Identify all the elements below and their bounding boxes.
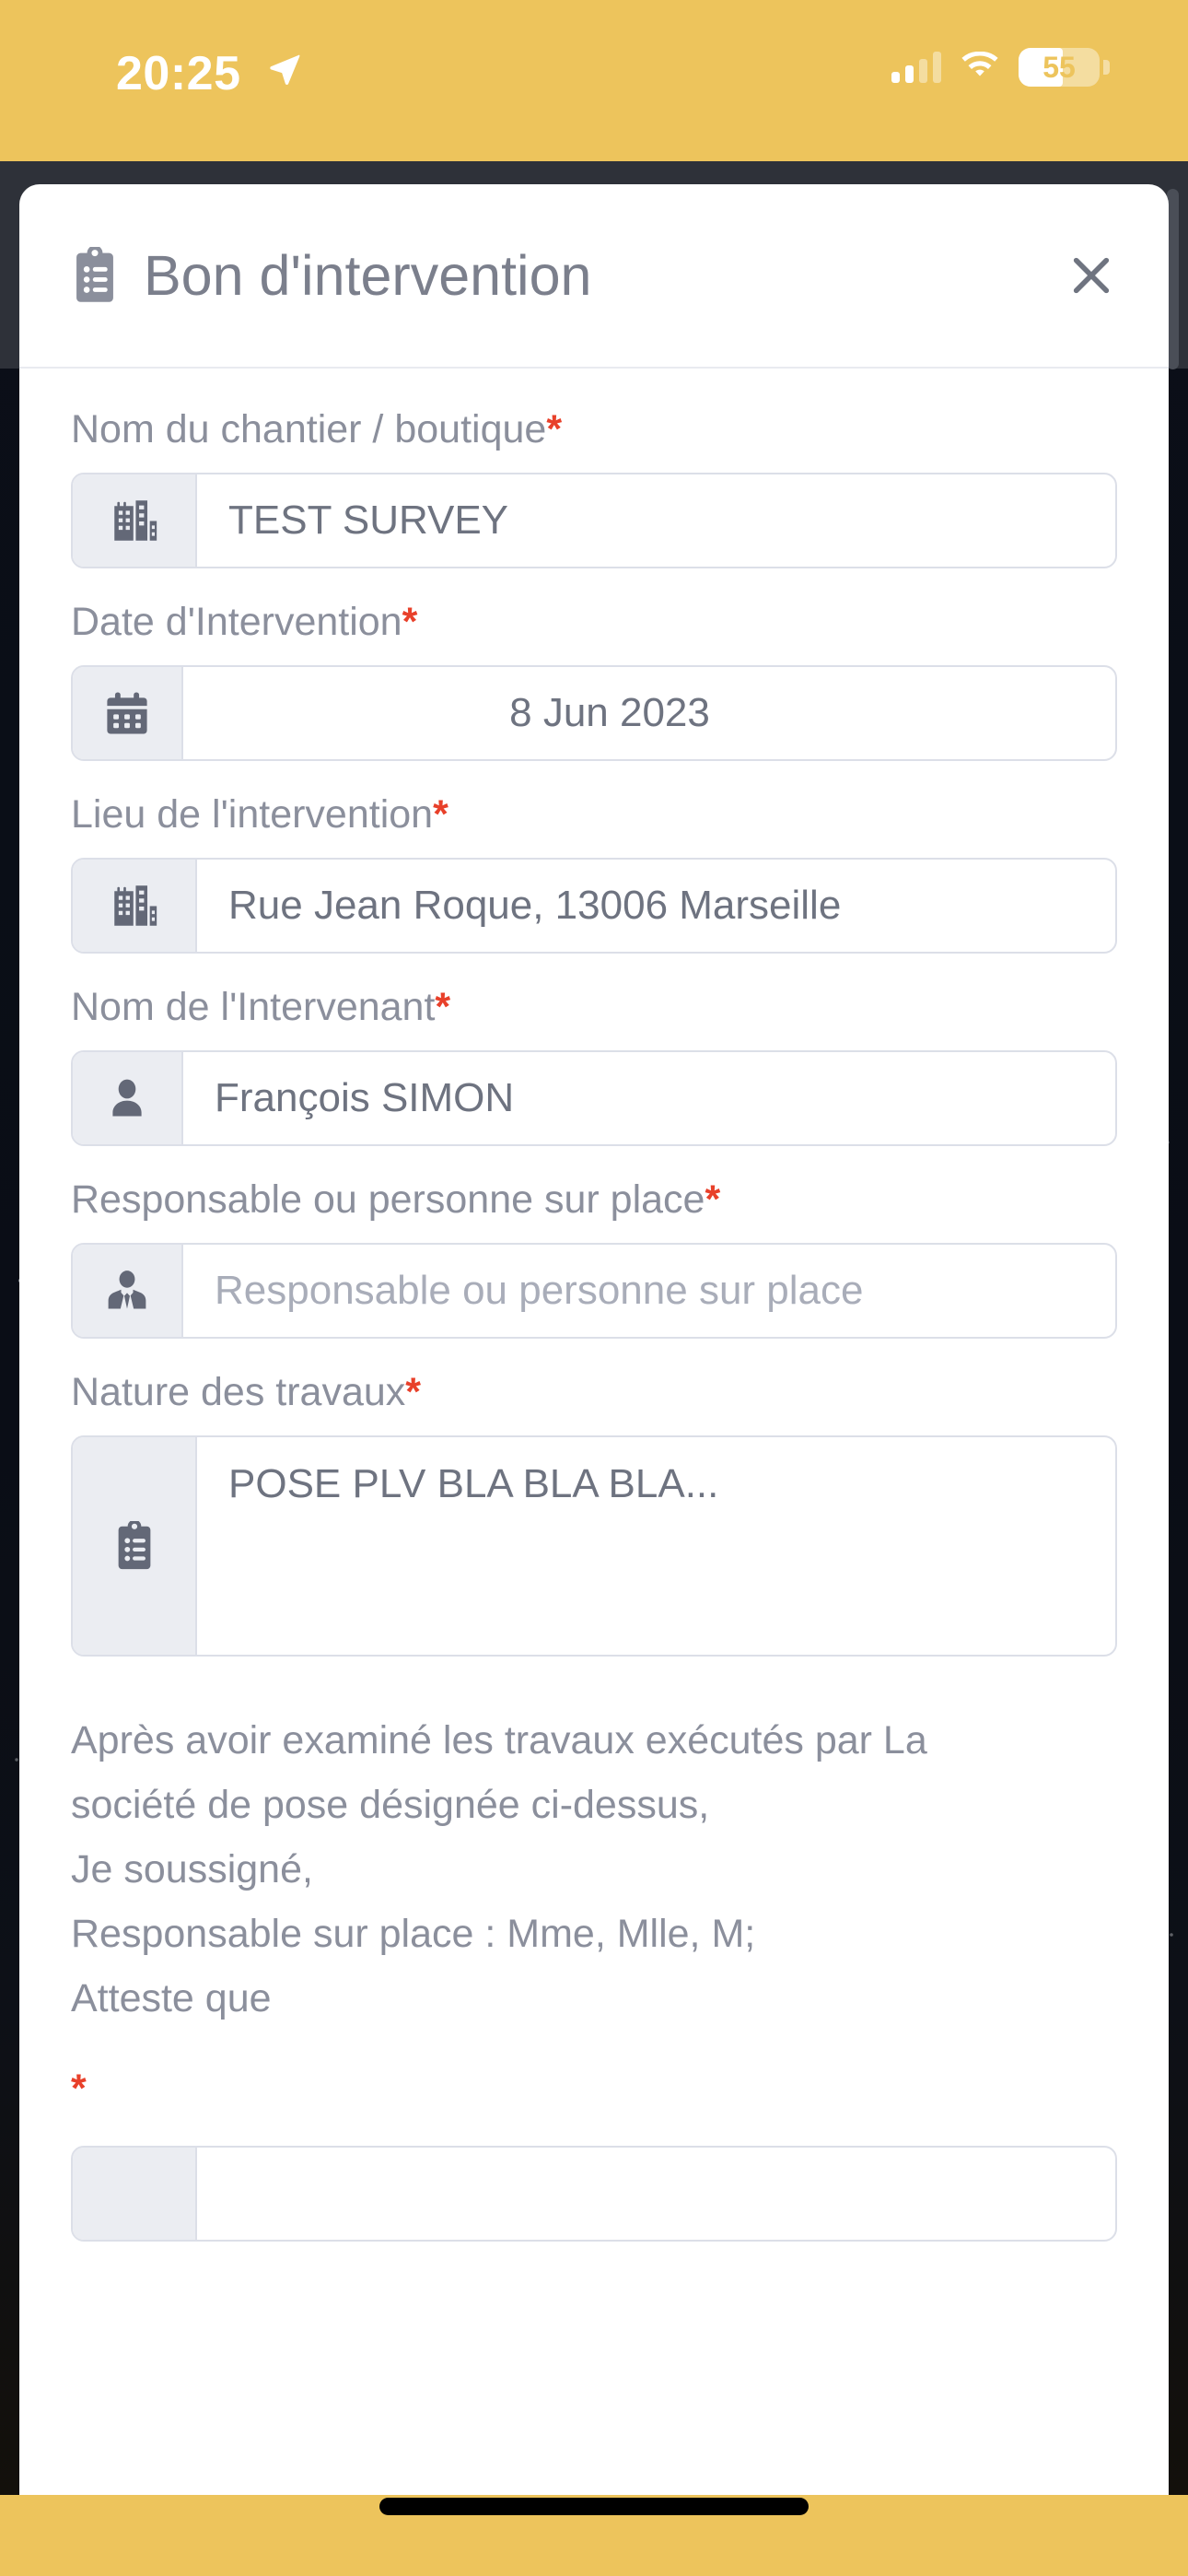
building-icon	[113, 500, 157, 541]
status-bar: 20:25 55	[0, 0, 1188, 161]
text-input-responsable-sur-place[interactable]: Responsable ou personne sur place	[71, 1243, 1117, 1339]
input-placeholder: Responsable ou personne sur place	[215, 1268, 864, 1313]
required-marker: *	[546, 407, 563, 451]
date-input-intervention[interactable]: 8 Jun 2023	[71, 665, 1117, 761]
field-label: Lieu de l'intervention*	[71, 792, 1117, 837]
input-value: Rue Jean Roque, 13006 Marseille	[228, 883, 842, 928]
field-label: Responsable ou personne sur place*	[71, 1177, 1117, 1223]
attestation-line: Je soussigné,	[71, 1847, 313, 1891]
battery-cap	[1103, 60, 1110, 75]
text-input-nom-du-chantier[interactable]: TEST SURVEY	[71, 473, 1117, 568]
field-lieu-intervention: Lieu de l'intervention* Rue Jean Roque, …	[71, 792, 1117, 954]
attestation-line: Responsable sur place : Mme, Mlle, M;	[71, 1912, 756, 1956]
battery-level-text: 55	[1042, 51, 1076, 84]
attestation-required-marker: *	[71, 2067, 87, 2111]
user-icon	[112, 1079, 142, 1117]
home-indicator[interactable]	[379, 2498, 809, 2515]
attestation-line: société de pose désignée ci-dessus,	[71, 1783, 710, 1827]
attestation-line: Après avoir examiné les travaux exécutés…	[71, 1718, 927, 1762]
field-label-text: Nom de l'Intervenant	[71, 985, 436, 1029]
input-prefix	[73, 1052, 183, 1144]
wifi-icon	[961, 52, 998, 76]
close-icon	[1073, 257, 1110, 294]
user-tie-icon	[108, 1270, 146, 1309]
modal-title: Bon d'intervention	[144, 244, 592, 307]
textarea-value: POSE PLV BLA BLA BLA...	[228, 1461, 719, 1506]
input-value	[197, 2148, 1115, 2240]
intervention-form-modal: Bon d'intervention Nom du chantier / bou…	[19, 184, 1169, 2495]
field-label: Date d'Intervention*	[71, 600, 1117, 645]
input-value: François SIMON	[215, 1075, 515, 1120]
field-label: Nom du chantier / boutique*	[71, 407, 1117, 452]
textarea-nature-des-travaux[interactable]: POSE PLV BLA BLA BLA...	[71, 1435, 1117, 1657]
next-field-partial[interactable]	[71, 2146, 1117, 2242]
cellular-signal-icon	[891, 52, 941, 83]
field-nom-intervenant: Nom de l'Intervenant* François SIMON	[71, 985, 1117, 1146]
required-marker: *	[435, 985, 451, 1029]
attestation-text: Après avoir examiné les travaux exécutés…	[71, 1708, 1117, 2031]
attestation-line: Atteste que	[71, 1976, 272, 2020]
field-responsable-sur-place: Responsable ou personne sur place* Respo…	[71, 1177, 1117, 1339]
status-bar-time: 20:25	[116, 47, 241, 100]
field-label: Nom de l'Intervenant*	[71, 985, 1117, 1030]
location-arrow-icon	[270, 54, 300, 85]
status-bar-indicators: 55	[891, 48, 1110, 87]
field-label: Nature des travaux*	[71, 1370, 1117, 1415]
field-label-text: Nature des travaux	[71, 1370, 406, 1414]
field-nature-des-travaux: Nature des travaux* POSE PLV BLA BLA BLA…	[71, 1370, 1117, 1657]
calendar-icon	[107, 692, 147, 734]
field-nom-du-chantier: Nom du chantier / boutique* TEST SURVEY	[71, 407, 1117, 568]
modal-body: Nom du chantier / boutique* TEST SURVEY	[19, 369, 1169, 2242]
field-label-text: Responsable ou personne sur place	[71, 1177, 705, 1222]
input-prefix	[73, 1245, 183, 1337]
field-label-text: Date d'Intervention	[71, 600, 402, 644]
text-input-nom-intervenant[interactable]: François SIMON	[71, 1050, 1117, 1146]
battery-icon: 55	[1019, 48, 1110, 87]
input-prefix	[73, 860, 197, 952]
input-prefix	[73, 474, 197, 567]
input-prefix	[73, 1437, 197, 1655]
required-marker: *	[433, 792, 448, 837]
input-prefix	[73, 2148, 197, 2240]
field-label-text: Nom du chantier / boutique	[71, 407, 547, 451]
input-value: 8 Jun 2023	[509, 690, 710, 735]
input-prefix	[73, 667, 183, 759]
input-value: TEST SURVEY	[228, 498, 509, 543]
modal-header: Bon d'intervention	[19, 184, 1169, 369]
field-date-intervention: Date d'Intervention* 8 Jun 2023	[71, 600, 1117, 761]
required-marker: *	[402, 600, 418, 644]
clipboard-list-icon	[76, 247, 113, 302]
field-label-text: Lieu de l'intervention	[71, 792, 434, 837]
required-marker: *	[705, 1177, 721, 1222]
required-marker: *	[405, 1370, 422, 1414]
text-input-lieu-intervention[interactable]: Rue Jean Roque, 13006 Marseille	[71, 858, 1117, 954]
building-icon	[113, 885, 157, 926]
clipboard-list-icon	[118, 1521, 150, 1570]
close-button[interactable]	[1062, 246, 1121, 305]
